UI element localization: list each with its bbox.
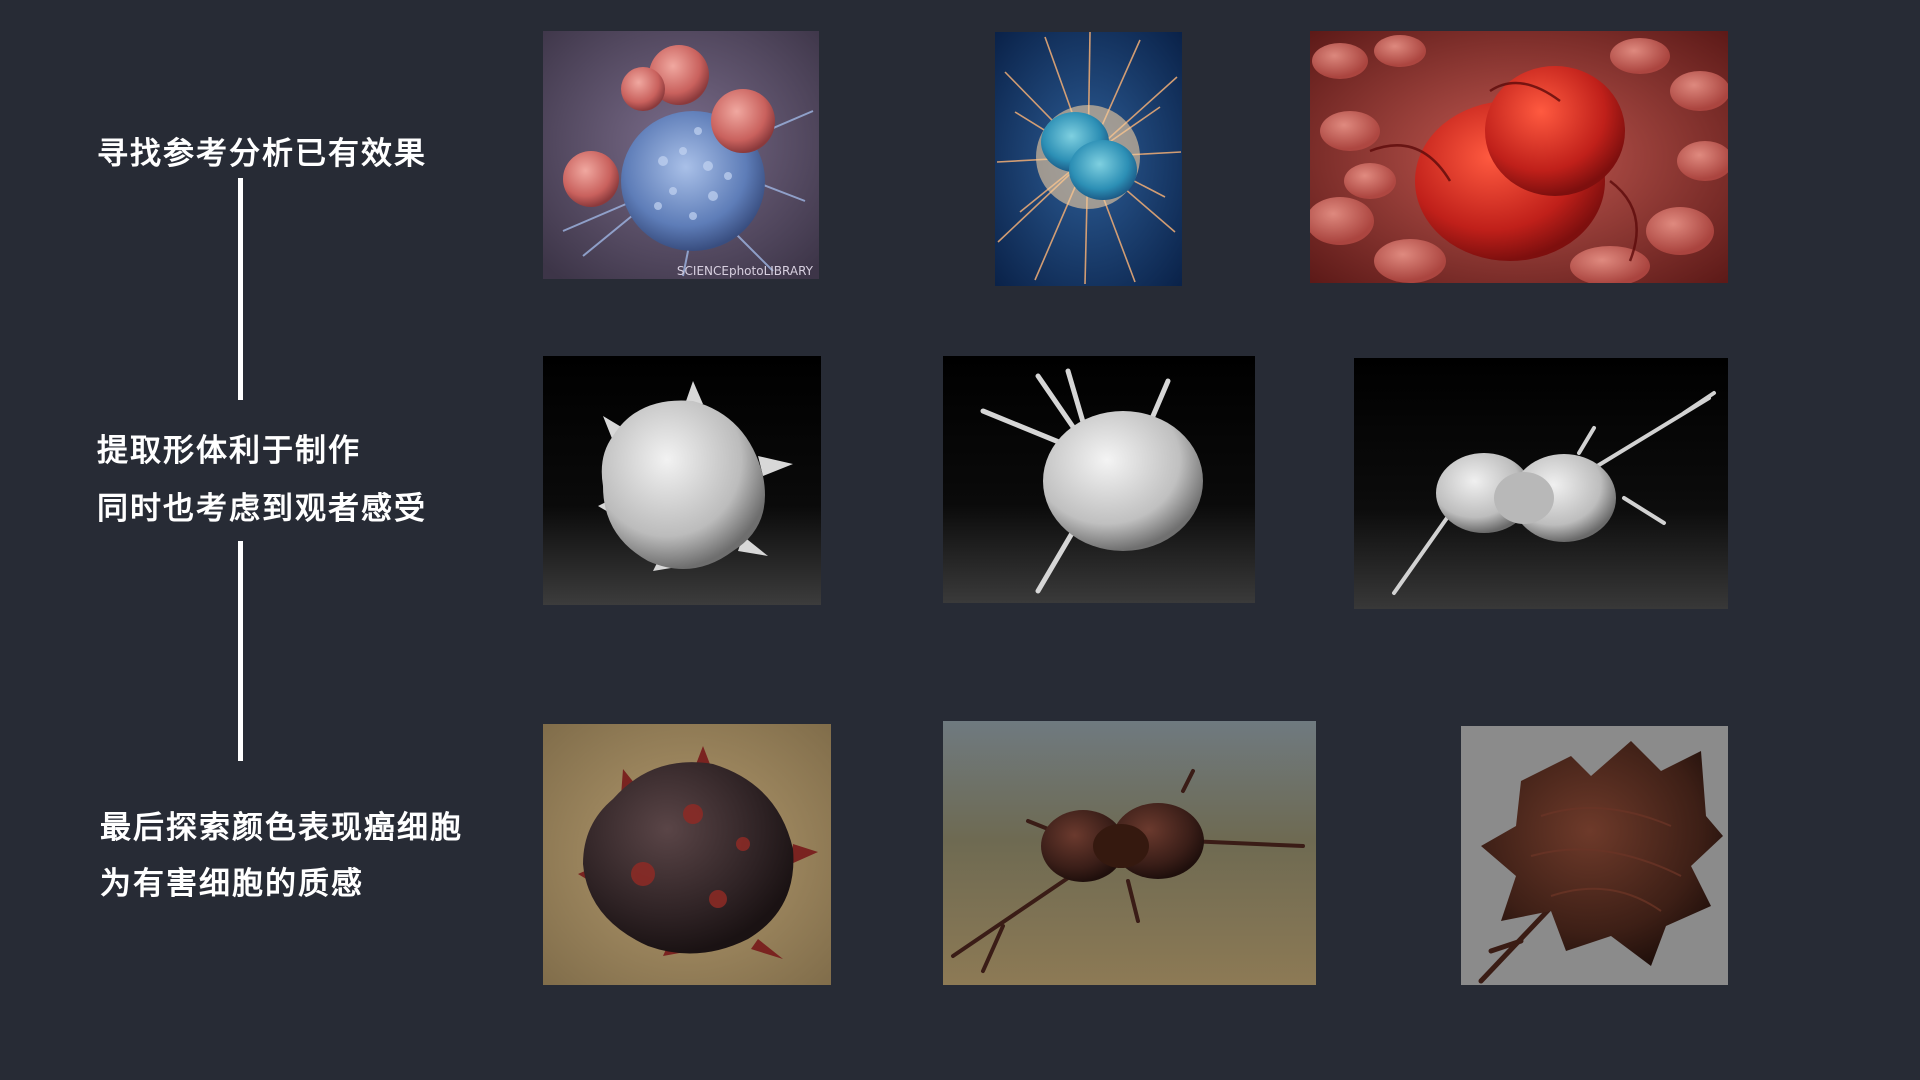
sculpt-elongated-cell [1354, 358, 1728, 609]
step-1-label: 寻找参考分析已有效果 [97, 136, 427, 172]
reference-photo-red-cancer-cell [1310, 31, 1728, 283]
reference-photo-t-cells: SCIENCEphotoLIBRARY [543, 31, 819, 279]
sculpt-blob-with-tendrils [943, 356, 1255, 603]
timeline-connector-1 [238, 178, 243, 400]
sculpt-spiky-blob [543, 356, 821, 605]
step-3-label-line-1: 最后探索颜色表现癌细胞 [100, 810, 463, 846]
watermark-text: SCIENCEphotoLIBRARY [677, 264, 814, 278]
render-dark-elongated-cell [943, 721, 1316, 985]
step-2-label-line-1: 提取形体利于制作 [97, 433, 361, 469]
reference-photo-dividing-cell [995, 32, 1182, 286]
step-3-label-line-2: 为有害细胞的质感 [100, 866, 364, 902]
render-dark-leafy-cell [1461, 726, 1728, 985]
render-dark-spiky-blob [543, 724, 831, 985]
step-2-label-line-2: 同时也考虑到观者感受 [97, 491, 427, 527]
timeline-connector-2 [238, 541, 243, 761]
